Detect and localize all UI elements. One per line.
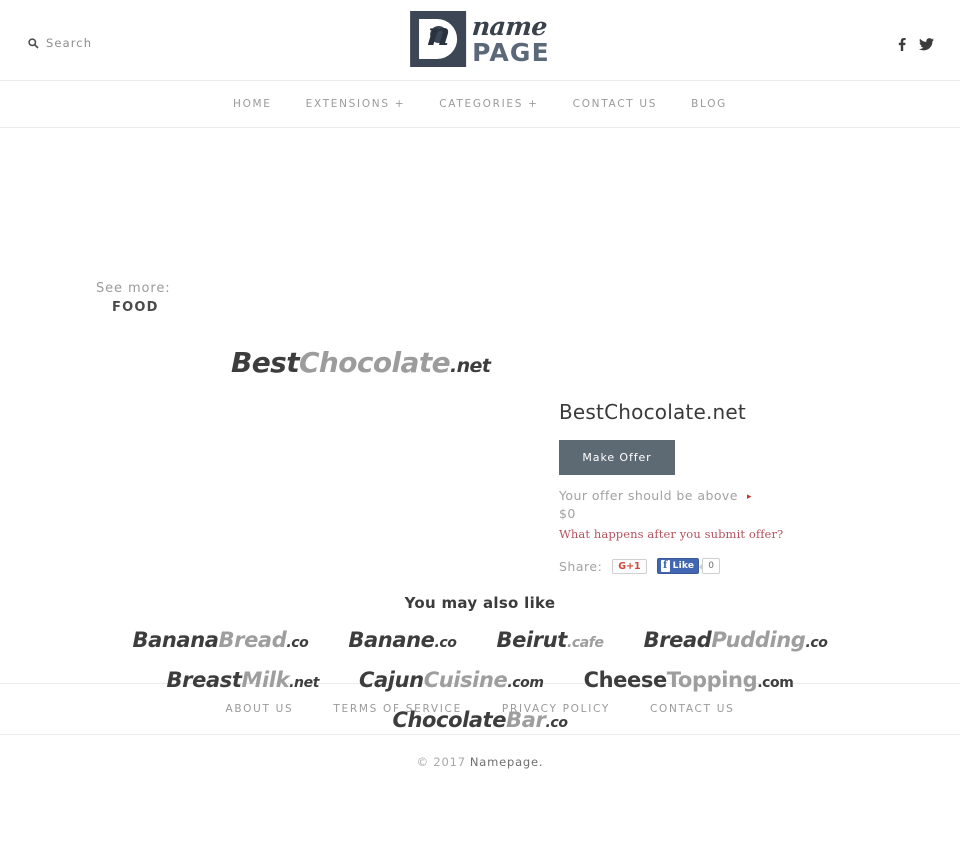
related-tld: .co [545, 715, 568, 731]
share-label: Share: [559, 558, 603, 574]
facebook-icon[interactable] [896, 36, 907, 55]
see-more-block: See more: FOOD [96, 280, 171, 318]
related-domain-breastmilk[interactable]: BreastMilk.net [166, 668, 320, 692]
related-domain-chocolatebar[interactable]: ChocolateBar.co [392, 708, 568, 732]
related-part-a: Beirut [496, 628, 568, 652]
related-row: ChocolateBar.co [0, 708, 960, 732]
offer-info-link[interactable]: What happens after you submit offer? [559, 527, 899, 541]
related-tld: .co [434, 635, 457, 651]
nav-item-home[interactable]: HOME [216, 98, 289, 110]
related-part-a: Banane [348, 628, 435, 652]
logo-name-text: name [470, 11, 549, 41]
see-more-label: See more: [96, 281, 171, 296]
offer-panel: BestChocolate.net Make Offer Your offer … [559, 400, 899, 575]
related-part-a: Banana [132, 628, 219, 652]
logo-mark-icon: n [410, 11, 467, 67]
related-part-b: Bread [218, 628, 287, 652]
main-content: See more: FOOD BestChocolate.net BestCho… [0, 128, 960, 732]
related-row: BreastMilk.net CajunCuisine.com CheeseTo… [0, 668, 960, 692]
related-part-a: Breast [166, 668, 242, 692]
copyright-prefix: © 2017 [416, 755, 466, 769]
site-logo[interactable]: n name PAGE [410, 11, 550, 67]
facebook-like-label: Like [672, 560, 695, 571]
domain-logo-part-a: Best [231, 346, 300, 379]
nav-item-extensions[interactable]: EXTENSIONS + [289, 98, 423, 110]
related-part-b: Bar [506, 708, 546, 732]
related-part-b: Milk [241, 668, 290, 692]
logo-n-letter: n [425, 15, 453, 53]
facebook-share-group: f Like 0 [656, 558, 721, 575]
related-tld: .com [757, 675, 794, 691]
domain-logo: BestChocolate.net [231, 346, 491, 379]
related-row: BananaBread.co Banane.co Beirut.cafe Bre… [0, 628, 960, 652]
related-tld: .co [286, 635, 309, 651]
offer-note-text: Your offer should be above [559, 488, 738, 503]
related-domain-cheesetopping[interactable]: CheeseTopping.com [584, 668, 794, 692]
related-part-b: Pudding [711, 628, 806, 652]
offer-arrow-icon: ▸ [746, 492, 752, 502]
search-input[interactable]: Search [28, 36, 92, 50]
related-part-b: Cuisine [423, 668, 508, 692]
nav-item-categories[interactable]: CATEGORIES + [422, 98, 555, 110]
related-part-a: Cheese [583, 668, 668, 692]
logo-page-text: PAGE [472, 37, 550, 67]
related-domain-bananabread[interactable]: BananaBread.co [133, 628, 309, 652]
see-more-category-link[interactable]: FOOD [112, 299, 171, 318]
related-section-title: You may also like [404, 594, 556, 612]
main-navigation: HOME EXTENSIONS + CATEGORIES + CONTACT U… [0, 81, 960, 128]
related-domain-beirut[interactable]: Beirut.cafe [497, 628, 604, 652]
related-part-b: Topping [666, 668, 758, 692]
related-part-a: Cajun [359, 668, 424, 692]
nav-item-contact-us[interactable]: CONTACT US [556, 98, 674, 110]
domain-logo-part-b: Chocolate [298, 346, 451, 379]
share-row: Share: G+1 f Like 0 [559, 558, 899, 575]
related-domain-breadpudding[interactable]: BreadPudding.co [644, 628, 828, 652]
facebook-like-count: 0 [699, 558, 721, 575]
related-tld: .co [805, 635, 828, 651]
related-tld: .com [507, 675, 544, 691]
twitter-icon[interactable] [918, 36, 934, 55]
related-tld: .cafe [566, 635, 604, 651]
related-domain-cajuncuisine[interactable]: CajunCuisine.com [359, 668, 544, 692]
page-root: Search n name PAGE HOME EXTENSIONS + CAT… [0, 0, 960, 848]
facebook-like-button[interactable]: f Like [656, 558, 700, 575]
related-tld: .net [289, 675, 320, 691]
search-icon [28, 37, 39, 49]
logo-wordmark: name PAGE [470, 11, 550, 67]
domain-logo-tld: .net [450, 355, 491, 377]
header-bar: Search n name PAGE [0, 0, 960, 81]
offer-minimum-amount: $0 [559, 506, 576, 522]
related-part-a: Bread [643, 628, 712, 652]
related-part-a: Chocolate [392, 708, 507, 732]
social-links [896, 36, 934, 55]
facebook-f-icon: f [660, 560, 670, 573]
copyright-brand: Namepage. [469, 755, 544, 769]
google-plus-share-button[interactable]: G+1 [612, 558, 647, 574]
search-placeholder: Search [46, 36, 93, 50]
offer-minimum-note: Your offer should be above ▸ [559, 488, 899, 504]
nav-item-blog[interactable]: BLOG [674, 98, 744, 110]
page-title: BestChocolate.net [559, 400, 746, 424]
related-domain-banane[interactable]: Banane.co [348, 628, 457, 652]
related-domains: BananaBread.co Banane.co Beirut.cafe Bre… [0, 628, 960, 748]
make-offer-button[interactable]: Make Offer [559, 440, 675, 475]
